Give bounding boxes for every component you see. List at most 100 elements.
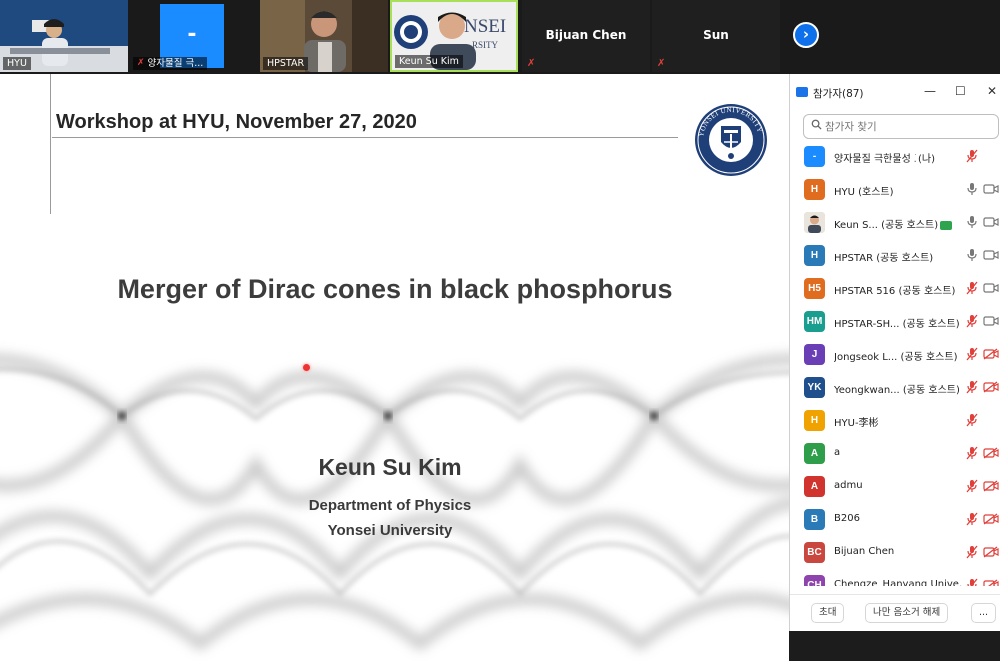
microphone-icon[interactable] [966,182,978,196]
shared-screen-slide: Workshop at HYU, November 27, 2020 YONSE… [0,74,790,661]
camera-icon[interactable] [983,216,999,228]
participant-avatar: CH [804,575,825,586]
microphone-icon[interactable] [966,248,978,262]
participant-list: - (나)양자물질 극한물성 교육... H HYU (호스트) Keun S... (… [790,142,1000,586]
laser-pointer-dot [303,364,310,371]
screen-background [789,631,1000,661]
tile-name-text: 양자물질 극... [147,58,204,69]
camera-off-icon[interactable] [983,513,999,525]
camera-off-icon[interactable] [983,480,999,492]
participant-name: Keun S... (공동 호스트) [834,216,962,231]
camera-icon[interactable] [983,315,999,327]
participant-avatar: A [804,476,825,497]
participant-search[interactable] [803,114,999,139]
participant-row[interactable]: Aa [790,439,1000,472]
next-page-button[interactable]: › [793,22,819,48]
participant-avatar: HM [804,311,825,332]
participant-row[interactable]: B B206 [790,505,1000,538]
microphone-muted-icon[interactable] [966,314,978,328]
search-icon [811,119,822,130]
panel-footer: 초대 나만 음소거 해제 ... [790,594,1000,631]
video-tile-placeholder[interactable]: - ✗ 양자물질 극... [130,0,258,72]
mic-muted-icon: ✗ [137,58,145,68]
microphone-muted-icon[interactable] [966,149,978,163]
participant-avatar: H5 [804,278,825,299]
participant-avatar: BC [804,542,825,563]
minimize-icon[interactable]: — [924,84,936,98]
tile-name-label: ✗ 양자물질 극... [133,57,208,70]
search-input[interactable] [825,118,995,135]
microphone-muted-icon[interactable] [966,545,978,559]
speaker-name: Keun Su Kim [318,454,462,480]
maximize-icon[interactable]: ☐ [955,84,966,98]
yonsei-seal-logo: YONSEI UNIVERSITY [695,104,767,176]
video-tile-hyu[interactable]: HYU [0,0,128,72]
tile-name-text: Keun Su Kim [399,56,459,67]
participant-row[interactable]: J Jongseok L... (공동 호스트) [790,340,1000,373]
participant-name-text: Chengze_Hanyang Unive... [834,579,962,586]
microphone-icon[interactable] [966,215,978,229]
slide-divider-vertical [50,74,51,214]
microphone-muted-icon[interactable] [966,578,978,586]
workshop-heading: Workshop at HYU, November 27, 2020 [56,111,417,133]
invite-button[interactable]: 초대 [811,603,845,623]
participant-name-text: Keun S... (공동 호스트) [834,220,939,231]
tile-name-label: HYU [3,57,31,70]
participant-avatar: H [804,410,825,431]
tile-name-text: HPSTAR [267,58,305,69]
microphone-muted-icon[interactable] [966,380,978,394]
participant-name: Yeongkwan... (공동 호스트) [834,381,962,396]
participant-name-text: Yeongkwan... (공동 호스트) [834,385,960,396]
camera-icon[interactable] [983,282,999,294]
panel-title: 참가자(87) [813,88,864,100]
video-tile-keun-su-kim[interactable]: NSEI RSITY Keun Su Kim [390,0,518,72]
participant-row[interactable]: H HPSTAR (공동 호스트) [790,241,1000,274]
participant-row[interactable]: H5 HPSTAR 516 (공동 호스트) [790,274,1000,307]
microphone-muted-icon[interactable] [966,512,978,526]
participant-name: HPSTAR-SH... (공동 호스트) [834,315,962,330]
close-icon[interactable]: ✕ [987,84,997,98]
participant-self-tag: (나) [918,154,936,165]
more-options-button[interactable]: ... [971,603,997,623]
microphone-muted-icon[interactable] [966,479,978,493]
camera-off-icon[interactable] [983,381,999,393]
participant-row[interactable]: H HYU (호스트) [790,175,1000,208]
participant-row[interactable]: H HYU-李彬 [790,406,1000,439]
camera-icon[interactable] [983,183,999,195]
zoom-logo-icon [796,87,808,97]
host-badge-icon [940,220,953,230]
arpes-band-image [0,354,790,651]
video-tile-hpstar[interactable]: HPSTAR [260,0,388,72]
microphone-muted-icon[interactable] [966,413,978,427]
svg-text:NSEI: NSEI [464,16,506,37]
unmute-me-button[interactable]: 나만 음소거 해제 [865,603,949,623]
participant-avatar: H [804,245,825,266]
video-tile-sun[interactable]: Sun ✗ [652,0,780,72]
camera-off-icon[interactable] [983,348,999,360]
slide-divider-horizontal [52,137,678,138]
participant-avatar: J [804,344,825,365]
participant-name-text: a [834,447,841,458]
participant-avatar: A [804,443,825,464]
participant-row[interactable]: HM HPSTAR-SH... (공동 호스트) [790,307,1000,340]
video-tile-bijuan-chen[interactable]: Bijuan Chen ✗ [522,0,650,72]
camera-icon[interactable] [983,249,999,261]
participant-avatar: - [804,146,825,167]
participant-name-text: HYU-李彬 [834,418,879,429]
participant-name-text: Jongseok L... (공동 호스트) [834,352,958,363]
camera-off-icon[interactable] [983,579,999,586]
participant-row[interactable]: YK Yeongkwan... (공동 호스트) [790,373,1000,406]
tile-center-name: Bijuan Chen [545,28,627,42]
participant-row[interactable]: Keun S... (공동 호스트) [790,208,1000,241]
camera-off-icon[interactable] [983,546,999,558]
microphone-muted-icon[interactable] [966,347,978,361]
camera-off-icon[interactable] [983,447,999,459]
microphone-muted-icon[interactable] [966,281,978,295]
microphone-muted-icon[interactable] [966,446,978,460]
participant-name-text: 양자물질 극한물성 교육... [834,154,916,165]
participant-row[interactable]: Aadmu [790,472,1000,505]
participant-row[interactable]: BC Bijuan Chen [790,538,1000,571]
participant-row[interactable]: - (나)양자물질 극한물성 교육... [790,142,1000,175]
participant-avatar: H [804,179,825,200]
participant-row[interactable]: CH Chengze_Hanyang Unive... [790,571,1000,586]
